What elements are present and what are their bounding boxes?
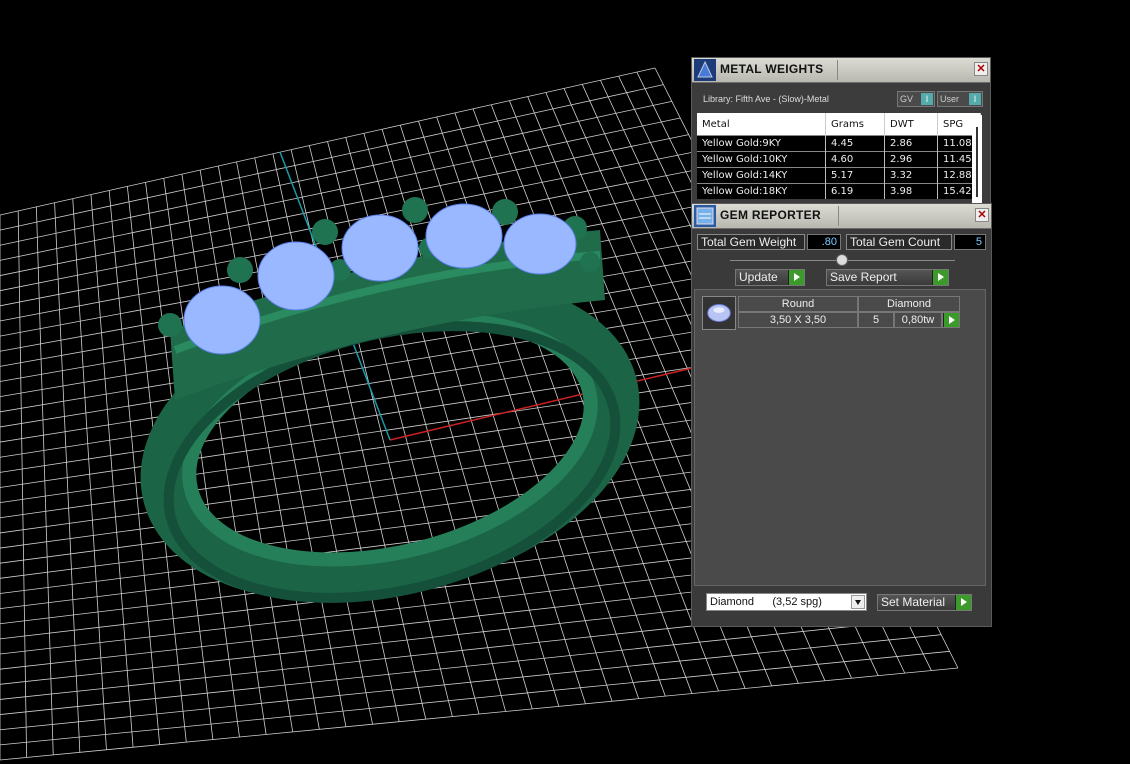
collapse-toggle-icon[interactable] bbox=[836, 254, 848, 266]
gem-2 bbox=[257, 241, 335, 311]
close-icon[interactable]: ✕ bbox=[975, 208, 989, 222]
table-row[interactable]: Yellow Gold:14KY 5.17 3.32 12.88 bbox=[697, 167, 981, 184]
user-toggle[interactable]: User I bbox=[937, 91, 983, 107]
table-row[interactable]: Yellow Gold:10KY 4.60 2.96 11.45 bbox=[697, 151, 981, 168]
titlebar-divider bbox=[838, 206, 839, 226]
metal-weights-panel: METAL WEIGHTS ✕ Library: Fifth Ave - (Sl… bbox=[691, 57, 991, 207]
go-arrow-icon bbox=[932, 270, 948, 285]
material-select-value: Diamond (3,52 spg) bbox=[710, 596, 822, 608]
gem-reporter-panel: GEM REPORTER ✕ Total Gem Weight .80 Tota… bbox=[691, 203, 992, 627]
gem-reporter-icon bbox=[694, 205, 716, 227]
gem-report-area: Round Diamond 3,50 X 3,50 5 0,80tw bbox=[694, 289, 986, 586]
gem-material-cell: Diamond bbox=[858, 296, 960, 312]
titlebar-divider bbox=[837, 60, 838, 80]
gem-row[interactable]: Round Diamond 3,50 X 3,50 5 0,80tw bbox=[702, 296, 960, 330]
gem-thumbnail-icon bbox=[702, 296, 736, 330]
dwt-cell: 3.32 bbox=[884, 167, 938, 184]
material-select[interactable]: Diamond (3,52 spg) bbox=[706, 593, 867, 611]
total-gem-weight-label: Total Gem Weight bbox=[697, 234, 805, 250]
metal-weights-table: Metal Grams DWT SPG Yellow Gold:9KY 4.45… bbox=[697, 113, 981, 199]
gv-toggle-indicator: I bbox=[921, 93, 933, 105]
column-header[interactable]: DWT bbox=[884, 113, 938, 136]
gv-toggle-label: GV bbox=[900, 94, 914, 104]
update-button[interactable]: Update bbox=[735, 269, 805, 286]
dwt-cell: 3.98 bbox=[884, 183, 938, 199]
grams-cell: 4.45 bbox=[825, 135, 885, 152]
user-toggle-indicator: I bbox=[969, 93, 981, 105]
total-gem-weight-value: .80 bbox=[807, 234, 841, 250]
column-header[interactable]: Metal bbox=[697, 113, 826, 136]
metal-cell: Yellow Gold:18KY bbox=[697, 183, 826, 199]
dwt-cell: 2.86 bbox=[884, 135, 938, 152]
user-toggle-label: User bbox=[940, 94, 960, 104]
gem-reporter-title: GEM REPORTER bbox=[720, 208, 821, 222]
set-material-button[interactable]: Set Material bbox=[877, 594, 972, 611]
go-arrow-icon bbox=[943, 313, 959, 327]
grams-cell: 4.60 bbox=[825, 151, 885, 168]
save-report-button[interactable]: Save Report bbox=[826, 269, 949, 286]
scrollbar-thumb[interactable] bbox=[976, 127, 978, 197]
total-gem-count-value: 5 bbox=[954, 234, 986, 250]
table-row[interactable]: Yellow Gold:18KY 6.19 3.98 15.42 bbox=[697, 183, 981, 199]
gem-reporter-titlebar[interactable]: GEM REPORTER ✕ bbox=[692, 204, 991, 229]
close-icon[interactable]: ✕ bbox=[974, 62, 988, 76]
metal-cell: Yellow Gold:9KY bbox=[697, 135, 826, 152]
gem-count-cell: 5 bbox=[858, 312, 894, 328]
gem-row-go-button[interactable] bbox=[942, 312, 960, 328]
gem-shape-cell: Round bbox=[738, 296, 858, 312]
gem-5 bbox=[503, 213, 577, 275]
column-header[interactable]: Grams bbox=[825, 113, 885, 136]
gem-size-cell: 3,50 X 3,50 bbox=[738, 312, 858, 328]
go-arrow-icon bbox=[788, 270, 804, 285]
update-button-label: Update bbox=[739, 270, 778, 284]
metal-weights-titlebar[interactable]: METAL WEIGHTS ✕ bbox=[692, 58, 990, 83]
table-header-row: Metal Grams DWT SPG bbox=[697, 113, 981, 136]
gem-1 bbox=[183, 285, 261, 355]
metal-table-container: Metal Grams DWT SPG Yellow Gold:9KY 4.45… bbox=[697, 113, 981, 203]
gem-weight-cell: 0,80tw bbox=[894, 312, 942, 328]
gem-4 bbox=[425, 203, 503, 269]
table-row[interactable]: Yellow Gold:9KY 4.45 2.86 11.08 bbox=[697, 135, 981, 152]
table-scrollbar[interactable] bbox=[972, 115, 982, 203]
set-material-button-label: Set Material bbox=[881, 595, 946, 609]
gem-3 bbox=[341, 214, 419, 282]
metal-weights-title: METAL WEIGHTS bbox=[720, 62, 824, 76]
metal-cell: Yellow Gold:14KY bbox=[697, 167, 826, 184]
grams-cell: 6.19 bbox=[825, 183, 885, 199]
library-label: Library: Fifth Ave - (Slow)-Metal bbox=[703, 94, 829, 104]
total-gem-count-label: Total Gem Count bbox=[846, 234, 952, 250]
metal-cell: Yellow Gold:10KY bbox=[697, 151, 826, 168]
dropdown-arrow-icon[interactable] bbox=[851, 595, 865, 609]
gv-toggle[interactable]: GV I bbox=[897, 91, 935, 107]
save-report-button-label: Save Report bbox=[830, 270, 897, 284]
metal-weights-icon bbox=[694, 59, 716, 81]
grams-cell: 5.17 bbox=[825, 167, 885, 184]
dwt-cell: 2.96 bbox=[884, 151, 938, 168]
go-arrow-icon bbox=[955, 595, 971, 610]
